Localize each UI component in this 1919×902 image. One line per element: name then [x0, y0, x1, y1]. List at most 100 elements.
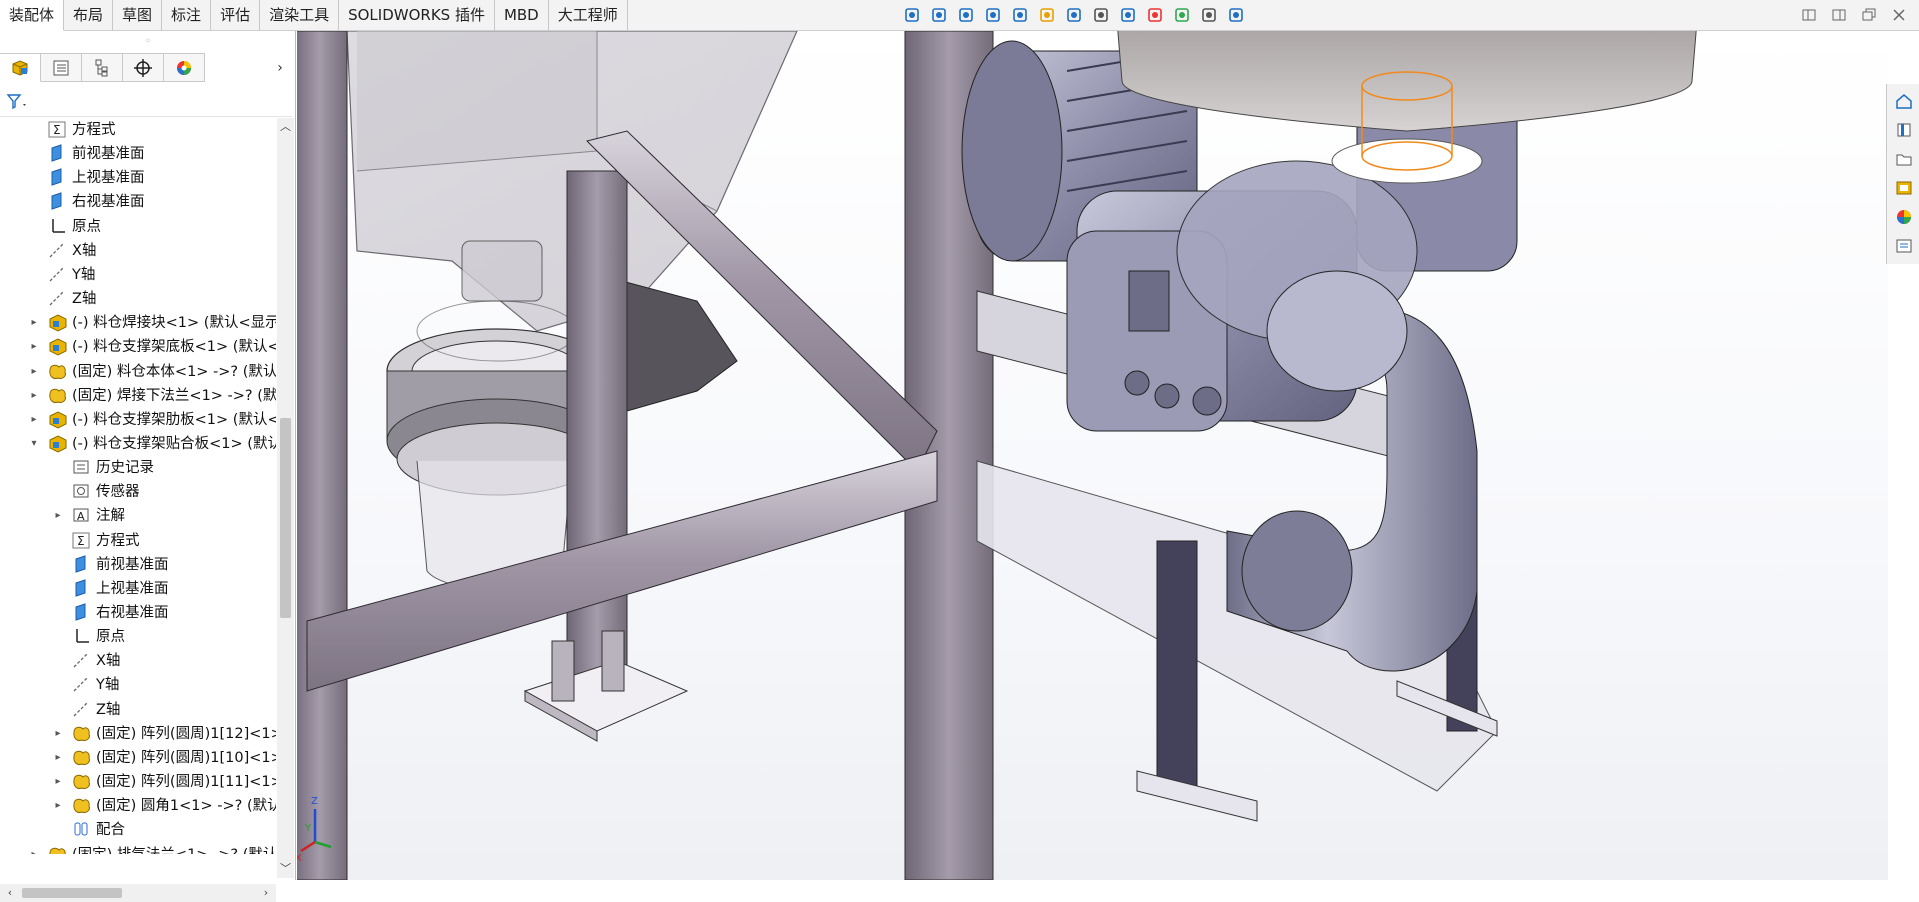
tree-item[interactable]: 传感器: [0, 480, 276, 504]
tree-item[interactable]: Y轴: [0, 673, 276, 697]
tab-5[interactable]: 渲染工具: [260, 0, 340, 31]
view-orientation-icon[interactable]: [900, 3, 924, 27]
configuration-manager-icon[interactable]: [82, 53, 123, 82]
frame-post-left[interactable]: [297, 31, 348, 880]
tab-7[interactable]: MBD: [495, 0, 549, 31]
tree-horizontal-scrollbar[interactable]: ‹ ›: [0, 884, 276, 902]
tile-left-icon[interactable]: [1797, 3, 1821, 27]
expand-arrow-icon[interactable]: ▸: [28, 338, 40, 356]
zoom-to-area-icon[interactable]: [954, 3, 978, 27]
receiver-tank[interactable]: [1117, 31, 1697, 184]
tab-3[interactable]: 标注: [162, 0, 212, 31]
panel-tabs-scroll-right-icon[interactable]: ›: [271, 57, 289, 79]
tree-vertical-scrollbar[interactable]: ︿ ﹀: [277, 118, 294, 878]
expand-arrow-icon[interactable]: ▸: [28, 363, 40, 381]
tree-item[interactable]: Σ 方程式: [0, 118, 276, 142]
tree-item[interactable]: 历史记录: [0, 456, 276, 480]
restore-icon[interactable]: [1857, 3, 1881, 27]
view-settings-icon[interactable]: [1197, 3, 1221, 27]
tree-item[interactable]: X轴: [0, 649, 276, 673]
cad-model-view[interactable]: Z X Y: [297, 31, 1888, 880]
tree-item[interactable]: ▸ (固定) 焊接下法兰<1> ->? (默: [0, 384, 276, 408]
tree-item[interactable]: 右视基准面: [0, 190, 276, 214]
apply-scene-icon[interactable]: [1170, 3, 1194, 27]
tab-0[interactable]: 装配体: [0, 0, 65, 31]
scroll-right-icon[interactable]: ›: [258, 884, 274, 902]
tree-item[interactable]: 原点: [0, 215, 276, 239]
tree-item[interactable]: X轴: [0, 239, 276, 263]
hide-show-icon[interactable]: [1116, 3, 1140, 27]
feature-manager-icon[interactable]: [0, 53, 41, 82]
dynamic-annotation-icon[interactable]: [1035, 3, 1059, 27]
tree-item[interactable]: 上视基准面: [0, 166, 276, 190]
expand-arrow-icon[interactable]: ▸: [28, 411, 40, 429]
tree-item[interactable]: ▸ A 注解: [0, 504, 276, 528]
tab-8[interactable]: 大工程师: [549, 0, 628, 31]
expand-arrow-icon[interactable]: ▸: [28, 846, 40, 855]
tree-item[interactable]: ▸ (固定) 圆角1<1> ->? (默认: [0, 794, 276, 818]
filter-icon[interactable]: [6, 91, 32, 113]
tree-item[interactable]: ▸ (固定) 排气法兰<1> ->? (默认: [0, 843, 276, 855]
expand-arrow-icon[interactable]: ▸: [52, 773, 64, 791]
expand-arrow-icon[interactable]: ▸: [52, 725, 64, 743]
close-icon[interactable]: [1887, 3, 1911, 27]
tree-item[interactable]: 原点: [0, 625, 276, 649]
tile-right-icon[interactable]: [1827, 3, 1851, 27]
dimxpert-icon[interactable]: [123, 53, 164, 82]
base-plate[interactable]: [523, 630, 689, 742]
tree-item[interactable]: 右视基准面: [0, 601, 276, 625]
property-manager-icon[interactable]: [41, 53, 82, 82]
frame-post-middle[interactable]: [566, 170, 628, 702]
expand-arrow-icon[interactable]: ▸: [28, 387, 40, 405]
task-pane: [1886, 84, 1919, 264]
scroll-left-icon[interactable]: ‹: [2, 884, 18, 902]
tab-4[interactable]: 评估: [211, 0, 261, 31]
appearances-icon[interactable]: [1891, 204, 1917, 230]
custom-properties-icon[interactable]: [1891, 233, 1917, 259]
scroll-up-icon[interactable]: ︿: [277, 118, 294, 136]
tree-item[interactable]: Y轴: [0, 263, 276, 287]
tree-item[interactable]: ▸ (固定) 阵列(圆周)1[11]<1>: [0, 770, 276, 794]
collapse-arrow-icon[interactable]: ▾: [28, 435, 40, 453]
section-view-icon[interactable]: [1008, 3, 1032, 27]
tree-item[interactable]: 前视基准面: [0, 553, 276, 577]
display-pane-icon[interactable]: [1224, 3, 1248, 27]
zoom-to-fit-icon[interactable]: [927, 3, 951, 27]
solidworks-resources-icon[interactable]: [1891, 88, 1917, 114]
tab-1[interactable]: 布局: [64, 0, 114, 31]
previous-view-icon[interactable]: [981, 3, 1005, 27]
view-palette-icon[interactable]: [1891, 175, 1917, 201]
tree-item[interactable]: Z轴: [0, 698, 276, 722]
expand-arrow-icon[interactable]: ▸: [52, 507, 64, 525]
tree-item[interactable]: ▸ (固定) 阵列(圆周)1[12]<1>: [0, 722, 276, 746]
tree-item-label: 方程式: [72, 122, 116, 138]
scroll-down-icon[interactable]: ﹀: [277, 860, 294, 878]
tree-item[interactable]: ▸ (-) 料仓焊接块<1> (默认<显示: [0, 311, 276, 335]
design-library-icon[interactable]: [1891, 117, 1917, 143]
tree-item[interactable]: ▸ (固定) 料仓本体<1> ->? (默认: [0, 360, 276, 384]
tab-6[interactable]: SOLIDWORKS 插件: [339, 0, 495, 31]
part-fixed-icon: [72, 748, 92, 768]
hscroll-thumb[interactable]: [22, 888, 122, 898]
scroll-thumb[interactable]: [280, 418, 291, 618]
tree-item[interactable]: Σ 方程式: [0, 529, 276, 553]
tree-item[interactable]: 上视基准面: [0, 577, 276, 601]
tree-item[interactable]: ▾ (-) 料仓支撑架贴合板<1> (默认: [0, 432, 276, 456]
tree-item[interactable]: 前视基准面: [0, 142, 276, 166]
expand-arrow-icon[interactable]: ▸: [28, 314, 40, 332]
display-style-icon[interactable]: [1089, 3, 1113, 27]
tree-item[interactable]: ▸ (-) 料仓支撑架底板<1> (默认<: [0, 335, 276, 359]
tab-2[interactable]: 草图: [113, 0, 163, 31]
view-type-icon[interactable]: [1062, 3, 1086, 27]
tree-item[interactable]: ▸ (固定) 阵列(圆周)1[10]<1>: [0, 746, 276, 770]
tree-item[interactable]: 配合: [0, 818, 276, 842]
display-manager-icon[interactable]: [164, 53, 205, 82]
tree-item[interactable]: ▸ (-) 料仓支撑架肋板<1> (默认<: [0, 408, 276, 432]
edit-appearance-icon[interactable]: [1143, 3, 1167, 27]
tree-item[interactable]: Z轴: [0, 287, 276, 311]
panel-grip[interactable]: ◦: [0, 31, 296, 53]
expand-arrow-icon[interactable]: ▸: [52, 749, 64, 767]
expand-arrow-icon[interactable]: ▸: [52, 797, 64, 815]
file-explorer-icon[interactable]: [1891, 146, 1917, 172]
graphics-area[interactable]: Z X Y: [297, 31, 1888, 880]
